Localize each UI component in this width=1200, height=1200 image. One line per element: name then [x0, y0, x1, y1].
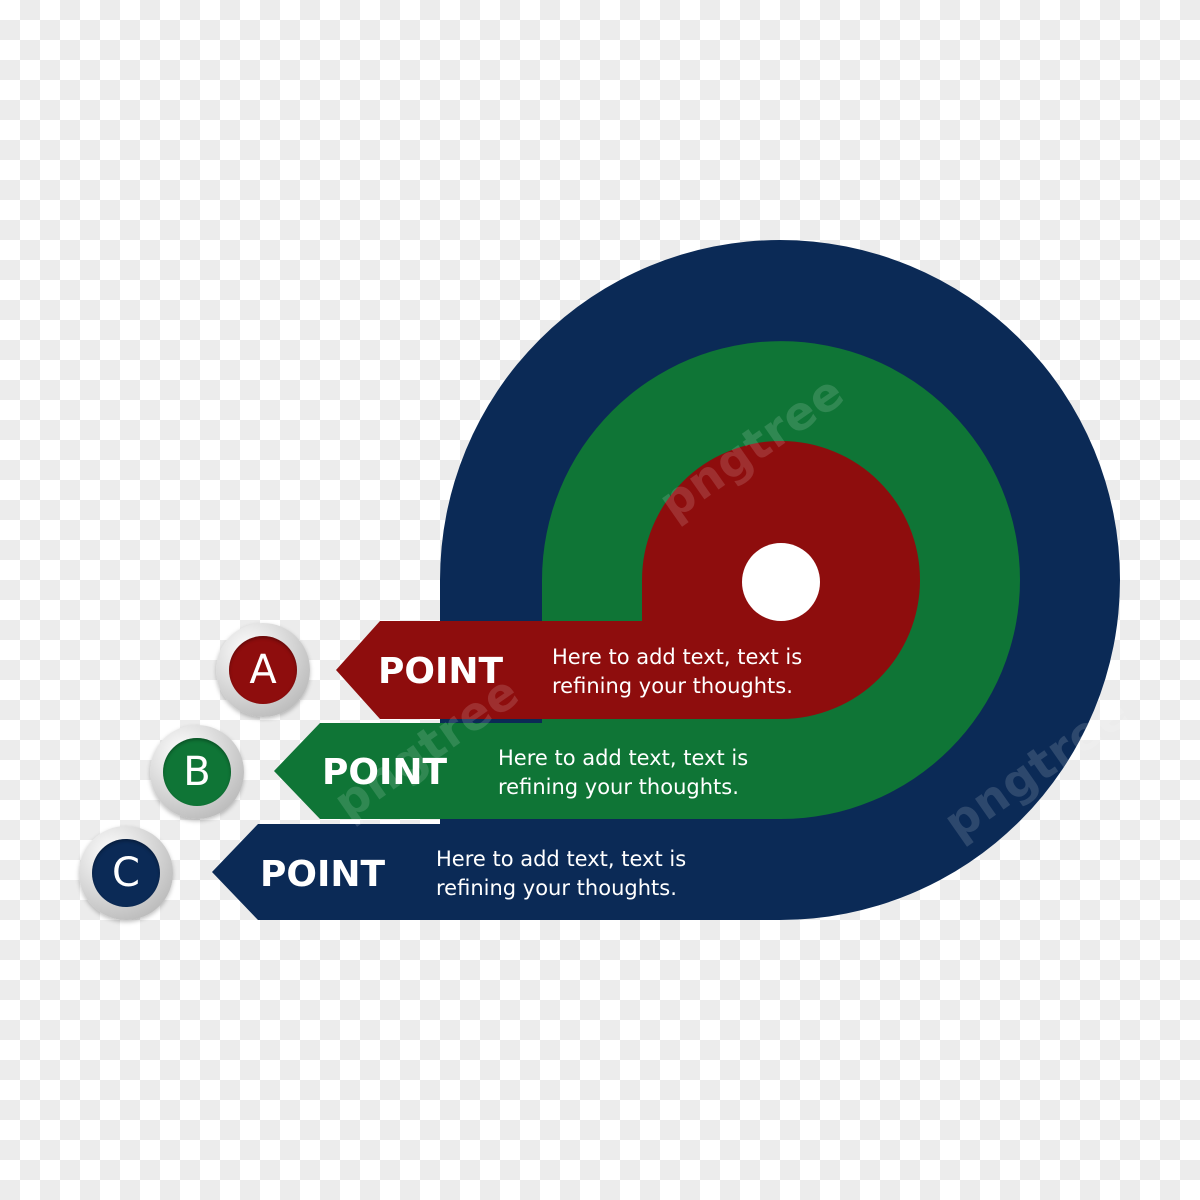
point-c-text-line1: Here to add text, text is — [436, 847, 687, 871]
diagram-stage: pngtree pngtree pngtree A POINT Here to … — [0, 0, 1200, 1200]
badge-letter-a: A — [229, 636, 297, 704]
point-a-text-line1: Here to add text, text is — [552, 645, 803, 669]
center-dot — [742, 543, 820, 621]
point-c-title: POINT — [260, 854, 386, 895]
spiral-diagram — [212, 240, 1120, 920]
badge-b: B — [150, 725, 244, 819]
point-b-title: POINT — [322, 752, 448, 793]
point-a-title: POINT — [378, 651, 504, 692]
point-a-text-line2: refining your thoughts. — [552, 674, 793, 698]
badge-c: C — [79, 826, 173, 920]
point-c-text-line2: refining your thoughts. — [436, 876, 677, 900]
point-b-text-line2: refining your thoughts. — [498, 775, 739, 799]
badge-letter-c: C — [92, 839, 160, 907]
badge-a: A — [216, 623, 310, 717]
badge-letter-b: B — [163, 738, 231, 806]
point-b-text-line1: Here to add text, text is — [498, 746, 749, 770]
